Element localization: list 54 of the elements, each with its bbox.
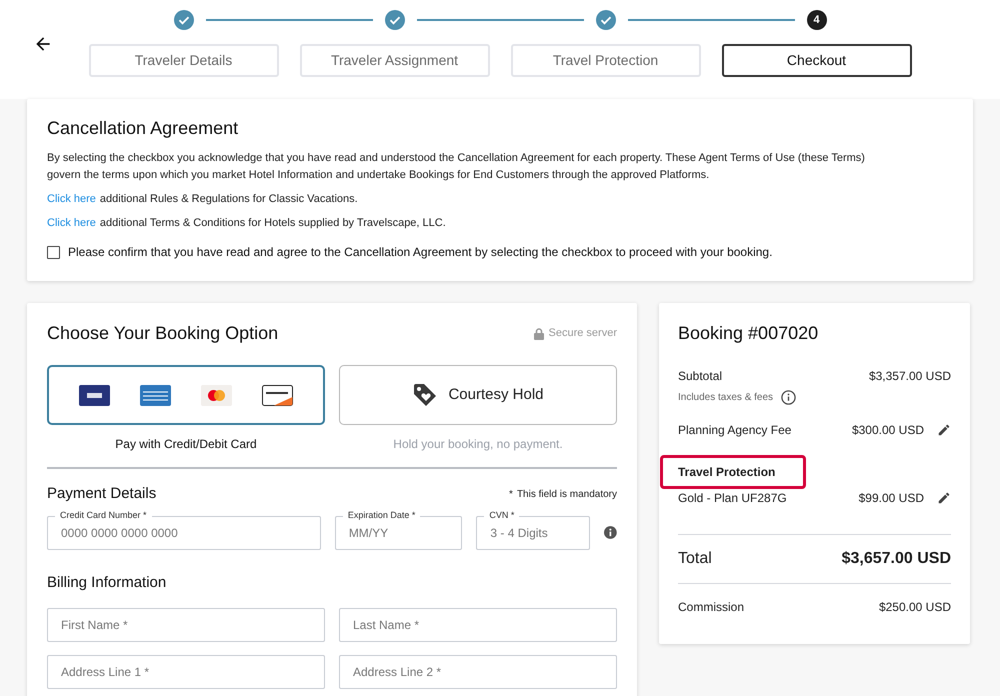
card-logo-icon — [201, 384, 232, 406]
pencil-icon[interactable] — [937, 423, 951, 437]
step-tab[interactable]: Travel Protection — [510, 44, 700, 77]
line-label: Subtotal — [678, 368, 722, 385]
field-label: Expiration Date * — [342, 508, 420, 520]
line-value: $250.00 USD — [878, 599, 951, 616]
card-logo-icon — [79, 384, 110, 406]
line-label: Commission — [678, 599, 744, 616]
mandatory-mark: * — [509, 488, 513, 502]
input-field[interactable]: Address Line 1 * — [47, 655, 325, 689]
tag-heart-icon — [412, 382, 438, 408]
confirm-checkbox[interactable] — [47, 246, 60, 258]
pencil-icon[interactable] — [937, 491, 951, 505]
line-value: $99.00 USD — [858, 490, 924, 507]
section-title: Billing Information — [47, 572, 168, 592]
mandatory-note: This field is mandatory — [516, 488, 617, 502]
booking-option-button[interactable] — [47, 365, 325, 425]
step-tab[interactable]: Checkout — [722, 44, 912, 77]
card-title: Cancellation Agreement — [47, 117, 240, 140]
secure-server-label: Secure server — [548, 326, 617, 342]
option-caption: Hold your booking, no payment. — [393, 436, 563, 453]
line-label: Gold - Plan UF287G — [678, 490, 788, 507]
link-description: additional Rules & Regulations for Classic Vacations. — [100, 192, 358, 207]
subtotal-note: Includes taxes & fees — [678, 391, 774, 405]
line-heading: Travel Protection — [678, 465, 776, 479]
option-label: Courtesy Hold — [448, 384, 544, 405]
info-icon[interactable] — [604, 526, 617, 539]
step-tab[interactable]: Traveler Details — [88, 44, 278, 77]
section-title: Payment Details — [47, 484, 156, 504]
input-field[interactable]: Last Name * — [339, 608, 617, 642]
field-label: Credit Card Number * — [55, 508, 152, 520]
agreement-text: By selecting the checkbox you acknowledge that you have read and understood the Cancellation Agreement for each property. These Agent Terms of Use (these Terms) govern the terms upon which you market Hotel Information and undertake Bookings for End Customers through the approved Platforms. — [47, 151, 866, 183]
line-value: $3,357.00 USD — [868, 368, 951, 385]
input-field[interactable]: Address Line 2 * — [339, 655, 617, 689]
card-title: Choose Your Booking Option — [47, 322, 278, 345]
click-here-link[interactable]: Click here — [47, 214, 96, 231]
total-label: Total — [678, 549, 712, 569]
step-tab[interactable]: Traveler Assignment — [300, 44, 490, 77]
info-icon[interactable] — [781, 390, 796, 405]
lock-icon — [534, 328, 544, 340]
click-here-link[interactable]: Click here — [47, 191, 96, 208]
confirm-label: Please confirm that you have read and agree to the Cancellation Agreement by selecting the checkbox to proceed with your booking. — [68, 244, 772, 261]
line-value: $300.00 USD — [852, 422, 924, 439]
booking-title: Booking #007020 — [678, 322, 820, 345]
step-number: 4 — [806, 10, 826, 30]
total-value: $3,657.00 USD — [842, 549, 951, 569]
field-label: CVN * — [484, 508, 520, 520]
link-description: additional Terms & Conditions for Hotels supplied by Travelscape, LLC. — [100, 216, 446, 230]
line-label: Planning Agency Fee — [678, 422, 792, 439]
input-field[interactable]: First Name * — [47, 608, 325, 642]
booking-option-button[interactable]: Courtesy Hold — [339, 365, 617, 425]
option-caption: Pay with Credit/Debit Card — [115, 436, 257, 453]
card-logo-icon — [140, 384, 171, 406]
card-logo-icon — [262, 384, 293, 406]
